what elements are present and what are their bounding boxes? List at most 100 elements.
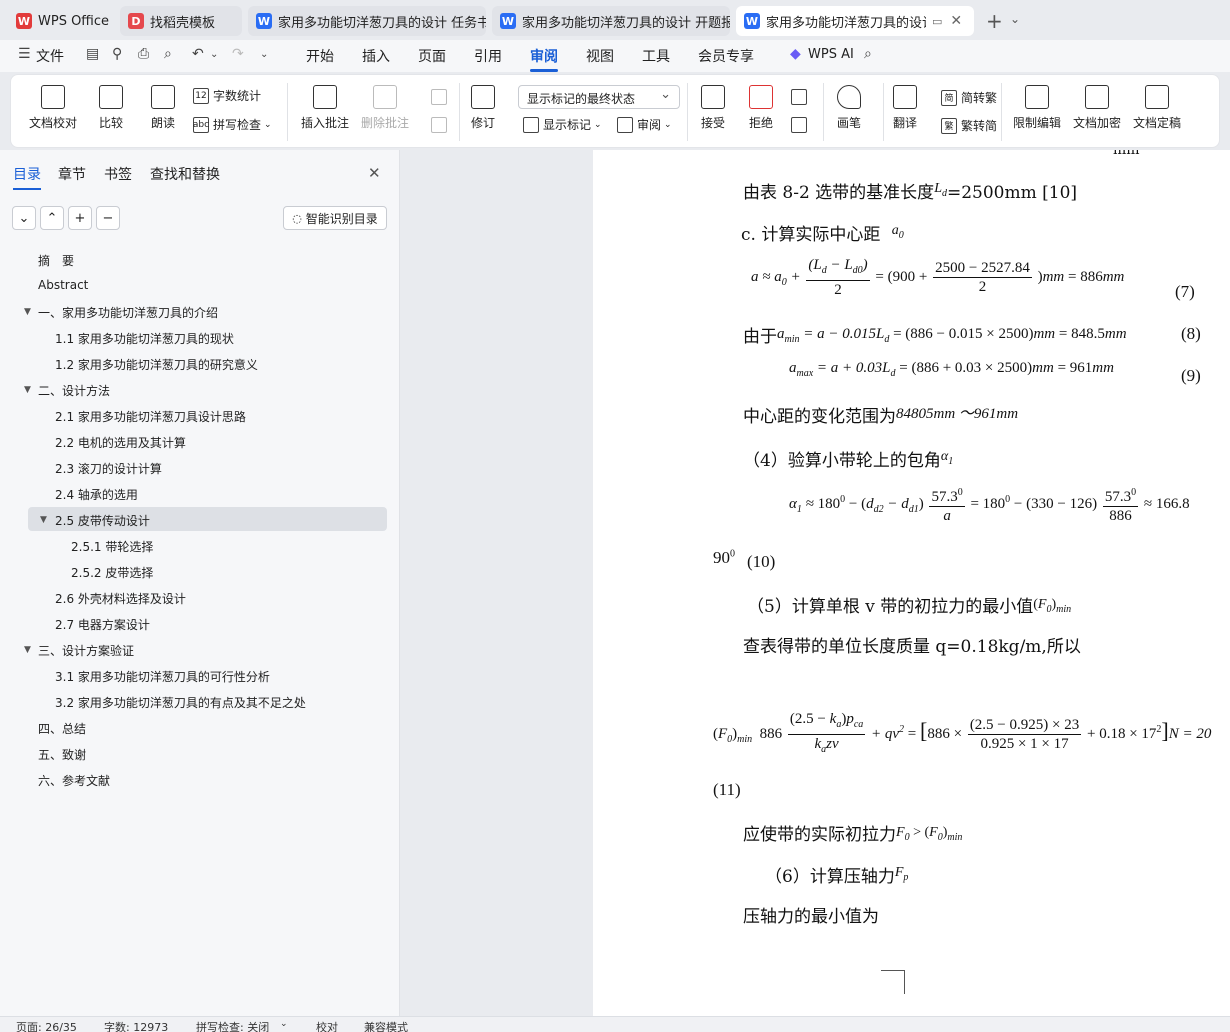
toc-item[interactable]: 3.2 家用多功能切洋葱刀具的有点及其不足之处 xyxy=(55,694,306,711)
page-indicator[interactable]: 页面: 26/35 xyxy=(16,1019,77,1032)
menu-tools[interactable]: 工具 xyxy=(642,46,670,66)
toc-item[interactable]: 二、设计方法 xyxy=(38,382,110,399)
toc-item-selected[interactable]: 2.5 皮带传动设计 xyxy=(55,512,150,529)
spell-check-button[interactable]: abc 拼写检查 ⌄ xyxy=(193,116,272,133)
review-pane-label: 审阅 xyxy=(637,118,662,132)
toc-item[interactable]: 2.2 电机的选用及其计算 xyxy=(55,434,186,451)
expand-triangle-icon[interactable]: ▼ xyxy=(40,515,47,525)
compare-button[interactable]: 比较 xyxy=(99,85,123,131)
chevron-down-icon[interactable]: ⌄ xyxy=(280,1019,288,1029)
new-tab-icon[interactable]: + xyxy=(986,9,1003,33)
menu-file[interactable]: 文件 xyxy=(36,46,64,66)
to-simplified-button[interactable]: 繁 繁转简 xyxy=(941,117,997,134)
chevron-down-icon[interactable]: ⌄ xyxy=(1010,12,1020,26)
hamburger-icon[interactable]: ☰ xyxy=(18,46,31,62)
toc-item[interactable]: 2.4 轴承的选用 xyxy=(55,486,138,503)
doc-check-button[interactable]: 文档校对 xyxy=(29,85,77,131)
wps-ai-icon[interactable]: ◆ xyxy=(790,46,801,62)
toc-item[interactable]: 2.6 外壳材料选择及设计 xyxy=(55,590,186,607)
tab-proposal-doc[interactable]: W 家用多功能切洋葱刀具的设计 开题报 xyxy=(492,6,730,36)
toc-item[interactable]: 一、家用多功能切洋葱刀具的介绍 xyxy=(38,304,218,321)
toc-item[interactable]: 三、设计方案验证 xyxy=(38,642,134,659)
ribbon-separator xyxy=(883,83,884,141)
toc-item[interactable]: 1.2 家用多功能切洋葱刀具的研究意义 xyxy=(55,356,258,373)
proofread-status[interactable]: 校对 xyxy=(316,1019,338,1032)
to-traditional-button[interactable]: 简 简转繁 xyxy=(941,89,997,106)
menu-page[interactable]: 页面 xyxy=(418,46,446,66)
close-pane-icon[interactable]: ✕ xyxy=(368,164,381,182)
print-preview-icon[interactable]: ⌕ xyxy=(164,46,172,62)
share-icon[interactable]: ⚲ xyxy=(112,46,122,62)
read-aloud-button[interactable]: 朗读 xyxy=(151,85,175,131)
markup-state-select[interactable]: 显示标记的最终状态 xyxy=(518,85,680,109)
expand-triangle-icon[interactable]: ▼ xyxy=(24,385,31,395)
toc-item[interactable]: 六、参考文献 xyxy=(38,772,110,789)
delete-comment-button[interactable]: 删除批注 xyxy=(361,85,409,131)
finalize-button[interactable]: 文档定稿 xyxy=(1133,85,1181,131)
toc-item[interactable]: 2.5.2 皮带选择 xyxy=(71,564,153,581)
nav-tab-toc[interactable]: 目录 xyxy=(13,164,41,190)
menu-wps-ai[interactable]: WPS AI xyxy=(808,47,854,62)
tab-wps-office[interactable]: W WPS Office xyxy=(8,6,116,36)
undo-icon[interactable]: ↶ xyxy=(192,46,204,62)
window-icon[interactable]: ▭ xyxy=(932,15,942,28)
toc-item[interactable]: Abstract xyxy=(38,278,88,292)
spell-check-status[interactable]: 拼写检查: 关闭 xyxy=(196,1019,269,1032)
smart-toc-button[interactable]: ◌ 智能识别目录 xyxy=(283,206,387,230)
prev-comment-button[interactable] xyxy=(431,89,451,105)
toc-item[interactable]: 1.1 家用多功能切洋葱刀具的现状 xyxy=(55,330,234,347)
expand-triangle-icon[interactable]: ▼ xyxy=(24,307,31,317)
show-markup-button[interactable]: 显示标记 ⌄ xyxy=(523,116,602,133)
menu-view[interactable]: 视图 xyxy=(586,46,614,66)
word-count-button[interactable]: 12 字数统计 xyxy=(193,87,261,104)
search-icon[interactable]: ⌕ xyxy=(864,46,872,62)
insert-comment-button[interactable]: 插入批注 xyxy=(301,85,349,131)
menu-home[interactable]: 开始 xyxy=(306,46,334,66)
prev-change-button[interactable] xyxy=(791,89,811,105)
undo-dropdown-icon[interactable]: ⌄ xyxy=(210,49,218,60)
track-changes-button[interactable]: 修订 xyxy=(471,85,495,131)
menu-insert[interactable]: 插入 xyxy=(362,46,390,66)
compat-mode-status: 兼容模式 xyxy=(364,1021,408,1032)
nav-tab-find-replace[interactable]: 查找和替换 xyxy=(150,164,220,184)
add-heading-button[interactable]: + xyxy=(68,206,92,230)
translate-button[interactable]: 翻译 xyxy=(893,85,917,131)
next-comment-button[interactable] xyxy=(431,117,451,133)
review-pane-button[interactable]: 审阅 ⌄ xyxy=(617,116,672,133)
nav-tab-sections[interactable]: 章节 xyxy=(58,164,86,184)
collapse-all-button[interactable]: ⌄ xyxy=(12,206,36,230)
toc-item[interactable]: 2.7 电器方案设计 xyxy=(55,616,150,633)
encrypt-button[interactable]: 文档加密 xyxy=(1073,85,1121,131)
toc-item[interactable]: 摘 要 xyxy=(38,252,74,269)
tab-templates[interactable]: D 找稻壳模板 xyxy=(120,6,242,36)
expand-up-button[interactable]: ⌃ xyxy=(40,206,64,230)
pen-button[interactable]: 画笔 xyxy=(837,85,861,131)
more-icon[interactable]: ⌄ xyxy=(260,49,268,60)
menu-membership[interactable]: 会员专享 xyxy=(698,46,754,66)
tab-active-doc[interactable]: W 家用多功能切洋葱刀具的设计 ▭ ✕ xyxy=(736,6,974,36)
tab-task-doc[interactable]: W 家用多功能切洋葱刀具的设计 任务书 xyxy=(248,6,486,36)
toc-item[interactable]: 3.1 家用多功能切洋葱刀具的可行性分析 xyxy=(55,668,270,685)
nav-tab-bookmarks[interactable]: 书签 xyxy=(104,164,132,184)
menu-review[interactable]: 审阅 xyxy=(530,46,558,72)
toc-item[interactable]: 2.5.1 带轮选择 xyxy=(71,538,153,555)
print-icon[interactable]: ⎙ xyxy=(138,46,149,62)
reject-button[interactable]: 拒绝 xyxy=(749,85,773,131)
toc-item[interactable]: 五、致谢 xyxy=(38,746,86,763)
next-change-button[interactable] xyxy=(791,117,811,133)
close-tab-icon[interactable]: ✕ xyxy=(950,13,962,29)
accept-button[interactable]: 接受 xyxy=(701,85,725,131)
save-icon[interactable]: ▤ xyxy=(86,46,99,62)
word-count-indicator[interactable]: 字数: 12973 xyxy=(104,1019,168,1032)
toc-item[interactable]: 2.1 家用多功能切洋葱刀具设计思路 xyxy=(55,408,246,425)
toc-item[interactable]: 2.3 滚刀的设计计算 xyxy=(55,460,162,477)
expand-triangle-icon[interactable]: ▼ xyxy=(24,645,31,655)
document-page[interactable]: mm 由表 8-2 选带的基准长度Ld=2500mm [10] c. 计算实际中… xyxy=(593,150,1230,1016)
remove-heading-button[interactable]: − xyxy=(96,206,120,230)
restrict-edit-button[interactable]: 限制编辑 xyxy=(1013,85,1061,131)
equation-number: (11) xyxy=(713,780,741,799)
toc-item[interactable]: 四、总结 xyxy=(38,720,86,737)
menu-references[interactable]: 引用 xyxy=(474,46,502,66)
equation-10: α1 ≈ 1800 − (dd2 − dd1) 57.30 a = 1800 − … xyxy=(789,484,1190,525)
equation-number: (8) xyxy=(1181,324,1201,343)
